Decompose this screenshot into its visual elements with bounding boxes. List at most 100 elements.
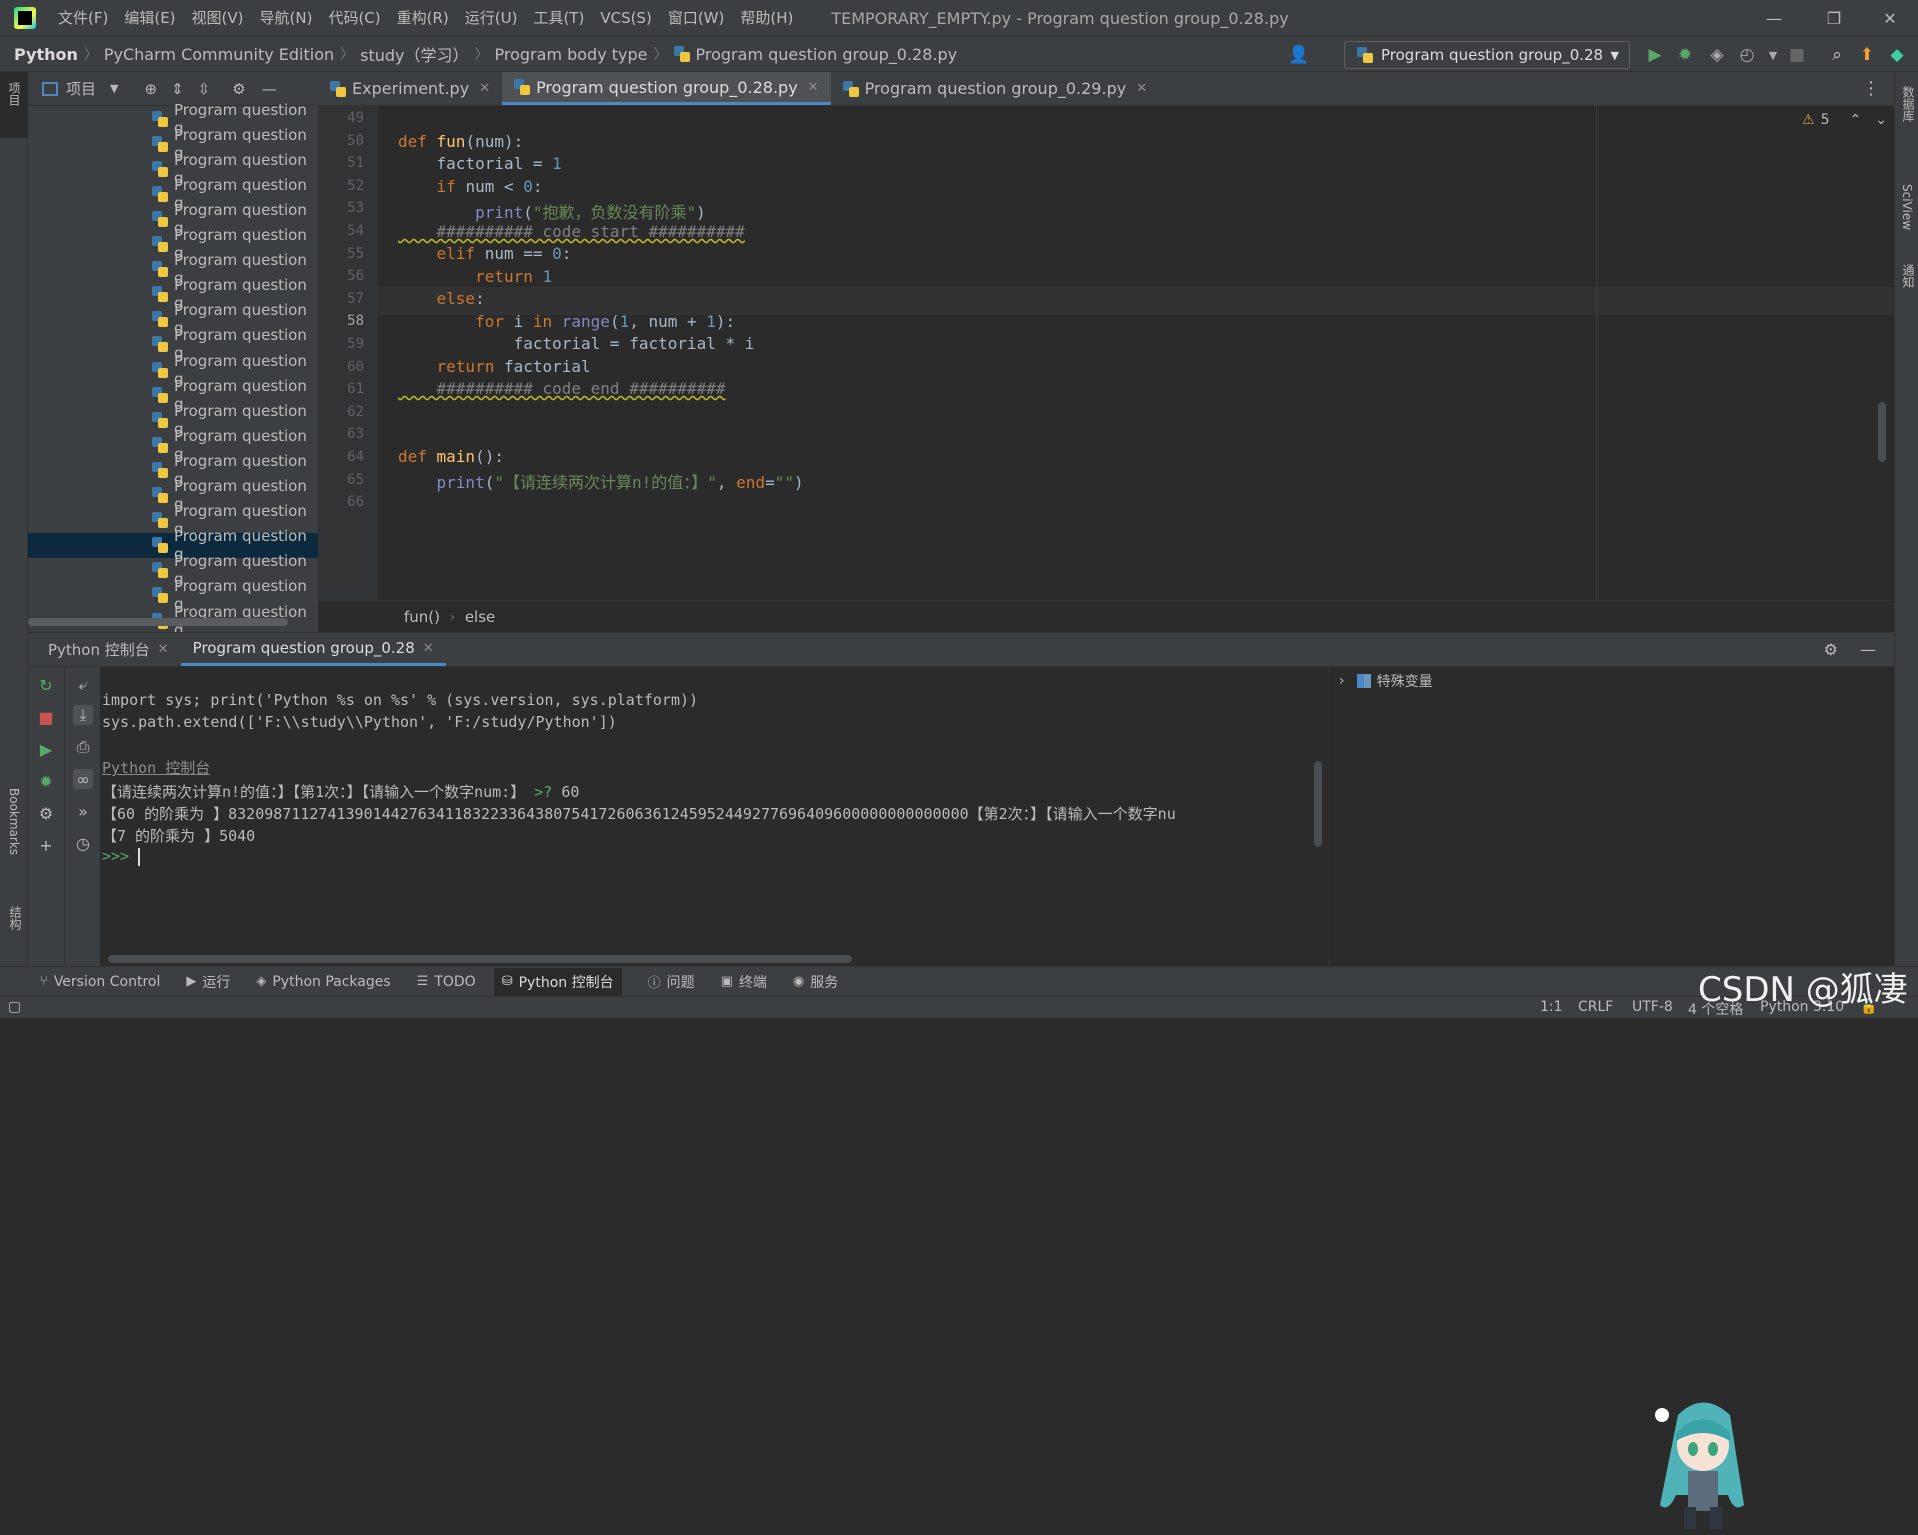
show-variables-icon[interactable]: ∞ (73, 769, 93, 789)
chevron-down-icon[interactable]: ⌄ (1875, 112, 1887, 128)
tab-python-console[interactable]: Python 控制台 ✕ (36, 633, 181, 666)
more-tabs-icon[interactable]: ⋮ (1862, 72, 1894, 105)
tab-experiment[interactable]: Experiment.py ✕ (318, 72, 502, 105)
menu-item[interactable]: 编辑(E) (116, 0, 183, 36)
chevron-up-icon[interactable]: ⌃ (1849, 112, 1861, 128)
menu-item[interactable]: 导航(N) (252, 0, 321, 36)
terminal-button[interactable]: ▣ 终端 (721, 972, 767, 992)
restore-icon[interactable]: ❐ (1806, 0, 1862, 36)
chevron-down-icon[interactable]: ▼ (110, 82, 118, 95)
chevron-right-icon[interactable]: › (1339, 673, 1345, 689)
add-icon[interactable]: + (36, 835, 56, 855)
python-file-icon (152, 311, 168, 328)
horizontal-scrollbar[interactable] (28, 618, 288, 626)
update-icon[interactable]: ⬆ (1856, 44, 1878, 66)
line-number: 58 (347, 313, 364, 330)
horizontal-scrollbar[interactable] (108, 955, 852, 963)
tab-program-028[interactable]: Program question group_0.28.py ✕ (502, 72, 831, 105)
close-tab-icon[interactable]: ✕ (423, 641, 434, 656)
inspection-widget[interactable]: ⚠ 5 ⌃ ⌄ (1802, 112, 1887, 128)
console-line: 【请连续两次计算n!的值：】【第1次：】【请输入一个数字num:】 >? 60 (102, 783, 580, 801)
structure-tool-button[interactable]: 结构 (7, 906, 24, 930)
database-tool-button[interactable]: 数据库 (1900, 86, 1917, 122)
console-prompt[interactable]: >>> (102, 847, 141, 866)
close-tab-icon[interactable]: ✕ (479, 81, 490, 96)
special-variables-node[interactable]: › 特殊变量 (1339, 671, 1433, 691)
soft-wrap-icon[interactable]: ⤶ (73, 675, 93, 695)
tool-window-label: TODO (434, 973, 476, 990)
code-line-58: else: (398, 289, 485, 308)
layout-icon[interactable]: ▢ (8, 999, 21, 1015)
project-tool-button[interactable]: 项目 (0, 72, 28, 138)
rerun-icon[interactable]: ↻ (36, 675, 56, 695)
menu-item[interactable]: 重构(R) (389, 0, 457, 36)
line-separator[interactable]: CRLF (1578, 999, 1613, 1015)
breadcrumb-pycharm[interactable]: PyCharm Community Edition (104, 45, 334, 64)
console-output[interactable]: import sys; print('Python %s on %s' % (s… (100, 667, 1330, 967)
breadcrumb-file[interactable]: Program question group_0.28.py (696, 45, 958, 64)
problems-button[interactable]: ⓘ 问题 (648, 972, 695, 992)
run-icon[interactable]: ▶ (36, 739, 56, 759)
tab-program-029[interactable]: Program question group_0.29.py ✕ (831, 72, 1160, 105)
coverage-icon[interactable]: ◈ (1706, 44, 1728, 66)
breadcrumb-program-body[interactable]: Program body type (495, 45, 648, 64)
user-icon[interactable]: 👤 (1288, 44, 1310, 66)
run-icon[interactable]: ▶ (1644, 44, 1666, 66)
notifications-tool-button[interactable]: 通知 (1900, 264, 1917, 288)
menu-item[interactable]: 视图(V) (184, 0, 252, 36)
tab-program-console[interactable]: Program question group_0.28 ✕ (180, 633, 446, 666)
history-icon[interactable]: ◷ (73, 833, 93, 853)
collapse-all-icon[interactable]: ⇳ (198, 80, 211, 98)
run-button[interactable]: ▶ 运行 (186, 972, 230, 992)
breadcrumb-separator: 〉 (474, 47, 489, 63)
run-configuration-select[interactable]: Program question group_0.28 ▼ (1344, 41, 1630, 69)
close-tab-icon[interactable]: ✕ (808, 80, 819, 95)
menu-item[interactable]: 工具(T) (525, 0, 592, 36)
hide-icon[interactable]: — (1860, 640, 1876, 659)
close-tab-icon[interactable]: ✕ (1136, 81, 1147, 96)
python-console-button[interactable]: ⛁ Python 控制台 (493, 967, 622, 996)
profile-icon[interactable]: ◴ (1736, 44, 1758, 66)
plugin-icon[interactable]: ◆ (1886, 44, 1908, 66)
print-icon[interactable]: ⎙ (73, 737, 93, 757)
services-button[interactable]: ◉ 服务 (793, 972, 838, 992)
project-panel-title[interactable]: 项目 (66, 78, 96, 99)
gear-icon[interactable]: ⚙ (1824, 640, 1838, 659)
version-control-button[interactable]: ⑂ Version Control (40, 974, 160, 990)
debug-icon[interactable]: ✹ (1674, 44, 1696, 66)
menu-item[interactable]: 帮助(H) (732, 0, 801, 36)
cursor-position[interactable]: 1:1 (1540, 999, 1563, 1015)
bookmarks-tool-button[interactable]: Bookmarks (7, 788, 21, 855)
todo-button[interactable]: ☰ TODO (417, 974, 476, 990)
console-line: import sys; print('Python %s on %s' % (s… (102, 691, 699, 709)
python-packages-button[interactable]: ◈ Python Packages (256, 974, 390, 990)
stop-icon[interactable]: ■ (1786, 44, 1808, 66)
gear-icon[interactable]: ⚙ (232, 80, 245, 98)
breadcrumb-else[interactable]: else (465, 608, 495, 626)
breadcrumb-function[interactable]: fun() (404, 608, 440, 626)
menu-item[interactable]: 代码(C) (320, 0, 388, 36)
breadcrumb-python[interactable]: Python (14, 45, 78, 64)
expand-all-icon[interactable]: ⇕ (171, 80, 184, 98)
menu-item[interactable]: 运行(U) (457, 0, 526, 36)
search-icon[interactable]: ⌕ (1826, 44, 1848, 66)
file-encoding[interactable]: UTF-8 (1632, 999, 1673, 1015)
execute-icon[interactable]: » (73, 801, 93, 821)
sciview-tool-button[interactable]: SciView (1900, 184, 1914, 230)
locate-icon[interactable]: ⊕ (144, 80, 157, 98)
minimize-icon[interactable]: — (1746, 0, 1802, 36)
vertical-scrollbar[interactable] (1314, 761, 1322, 847)
close-tab-icon[interactable]: ✕ (158, 642, 169, 657)
stop-icon[interactable]: ■ (36, 707, 56, 727)
breadcrumb-study[interactable]: study（学习） (360, 42, 468, 66)
hide-icon[interactable]: — (262, 80, 277, 98)
vertical-scrollbar[interactable] (1878, 402, 1886, 462)
menu-item[interactable]: 窗口(W) (660, 0, 733, 36)
scroll-to-end-icon[interactable]: ⤓ (73, 705, 93, 725)
close-icon[interactable]: ✕ (1862, 0, 1918, 36)
chevron-down-icon[interactable]: ▼ (1762, 44, 1784, 66)
gear-icon[interactable]: ⚙ (36, 803, 56, 823)
debug-icon[interactable]: ✹ (36, 771, 56, 791)
menu-item[interactable]: VCS(S) (592, 0, 659, 36)
menu-item[interactable]: 文件(F) (50, 0, 116, 36)
